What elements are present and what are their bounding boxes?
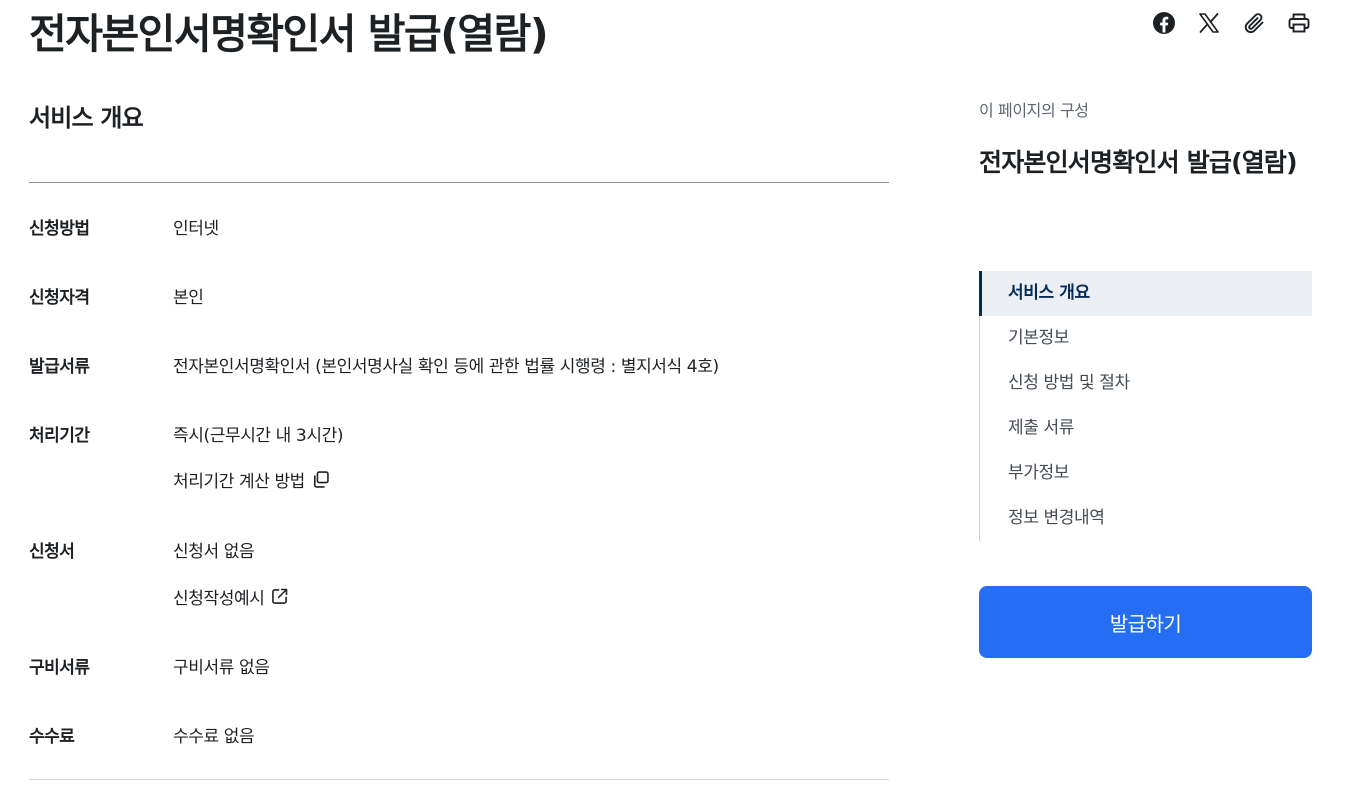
- info-value: 신청서 없음: [173, 542, 255, 562]
- copy-icon: [313, 471, 329, 488]
- toc-item-change-history[interactable]: 정보 변경내역: [980, 496, 1312, 541]
- info-value: 즉시(근무시간 내 3시간): [173, 426, 344, 446]
- share-toolbar: [1149, 8, 1313, 37]
- toc-item-application-procedure[interactable]: 신청 방법 및 절차: [980, 361, 1312, 406]
- info-label: 신청방법: [29, 219, 90, 239]
- link-label: 처리기간 계산 방법: [173, 472, 305, 492]
- x-icon: [1198, 12, 1219, 33]
- divider: [29, 182, 889, 183]
- facebook-icon: [1152, 11, 1175, 34]
- toc-caption: 이 페이지의 구성: [979, 101, 1089, 120]
- info-label: 구비서류: [29, 658, 90, 678]
- toc-nav: 서비스 개요 기본정보 신청 방법 및 절차 제출 서류 부가정보 정보 변경내…: [979, 271, 1312, 541]
- toc-item-additional-info[interactable]: 부가정보: [980, 451, 1312, 496]
- print-button[interactable]: [1284, 8, 1313, 37]
- toc-item-submission-documents[interactable]: 제출 서류: [980, 406, 1312, 451]
- copy-url-button[interactable]: [1239, 8, 1268, 37]
- info-value: 구비서류 없음: [173, 658, 270, 678]
- info-value: 전자본인서명확인서 (본인서명사실 확인 등에 관한 법률 시행령 : 별지서식…: [173, 357, 719, 377]
- toc-title: 전자본인서명확인서 발급(열람): [979, 148, 1298, 177]
- info-label: 신청서: [29, 542, 75, 562]
- section-title-overview: 서비스 개요: [29, 104, 144, 132]
- link-label: 신청작성예시: [173, 589, 265, 609]
- info-value: 수수료 없음: [173, 727, 255, 747]
- info-value: 인터넷: [173, 219, 219, 239]
- info-value: 본인: [173, 288, 204, 308]
- processing-time-calc-link[interactable]: 처리기간 계산 방법: [173, 467, 331, 492]
- paperclip-icon: [1244, 12, 1263, 33]
- x-share-button[interactable]: [1194, 8, 1223, 37]
- info-label: 발급서류: [29, 357, 90, 377]
- toc-item-service-overview[interactable]: 서비스 개요: [979, 271, 1312, 316]
- application-example-link[interactable]: 신청작성예시: [173, 584, 290, 609]
- divider: [29, 779, 889, 780]
- toc-item-basic-info[interactable]: 기본정보: [980, 316, 1312, 361]
- external-link-icon: [272, 588, 288, 604]
- print-icon: [1288, 13, 1309, 32]
- info-label: 신청자격: [29, 288, 90, 308]
- issue-button[interactable]: 발급하기: [979, 586, 1312, 658]
- info-label: 수수료: [29, 727, 75, 747]
- facebook-share-button[interactable]: [1149, 8, 1178, 37]
- page-title: 전자본인서명확인서 발급(열람): [29, 10, 549, 58]
- info-label: 처리기간: [29, 426, 90, 446]
- page: 전자본인서명확인서 발급(열람) 서비스 개요 신청방법 인터넷 신청자격 본인…: [0, 0, 1359, 806]
